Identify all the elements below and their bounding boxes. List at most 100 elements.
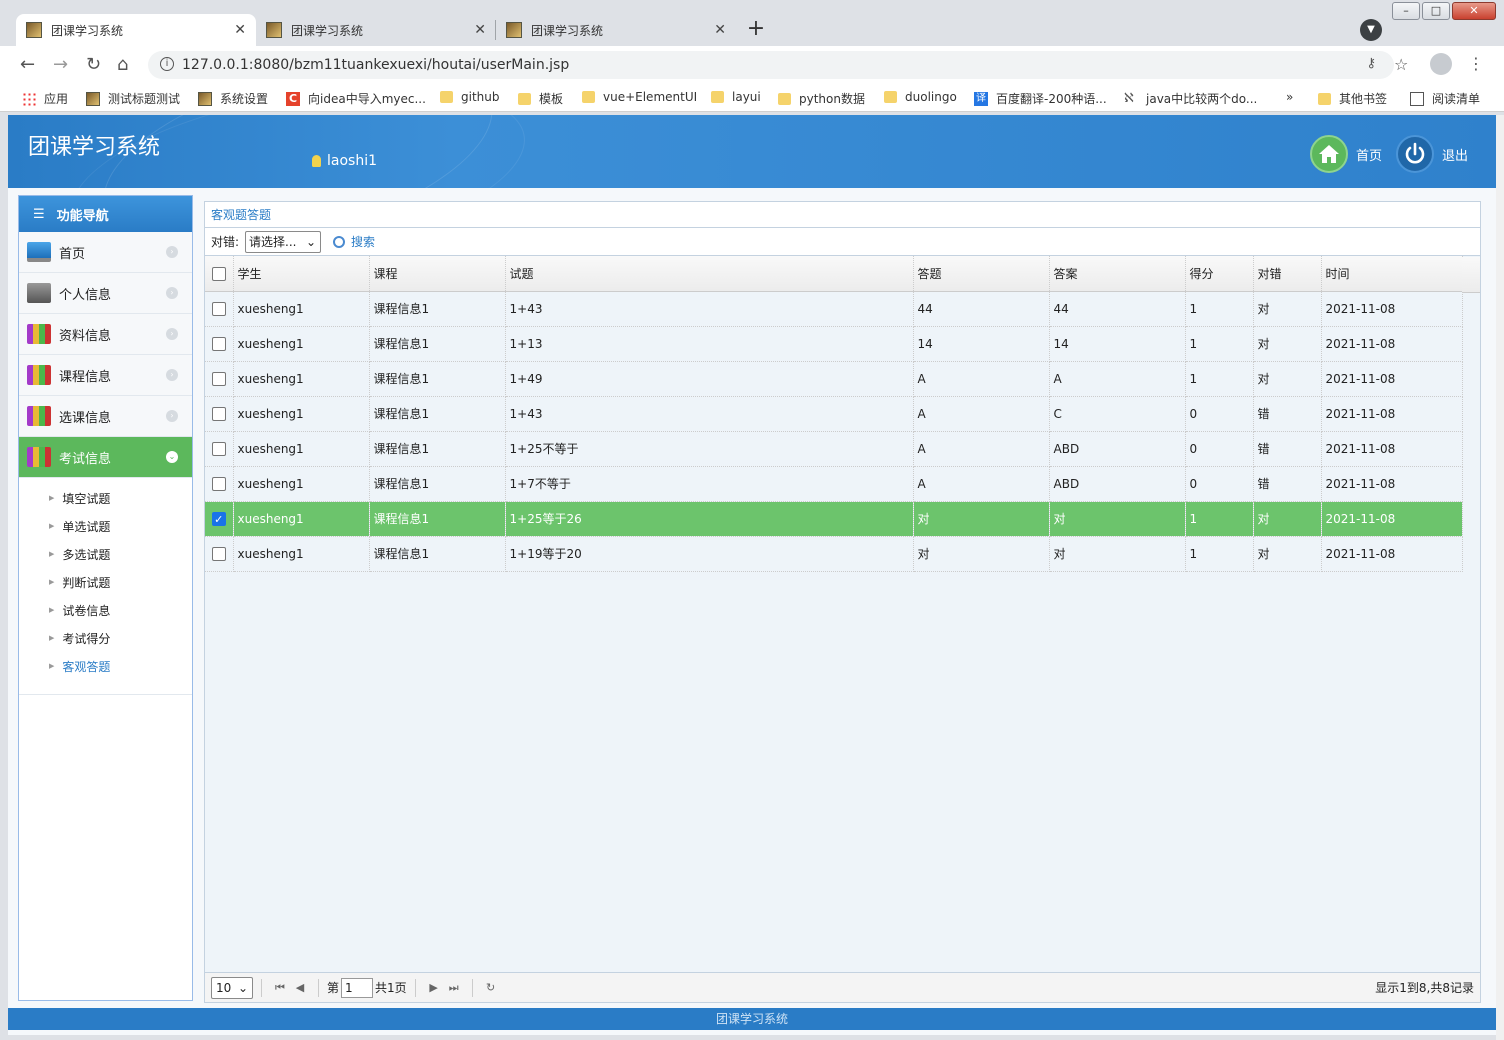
sidebar-item-profile[interactable]: 个人信息 › (19, 273, 192, 314)
row-checkbox-cell[interactable]: ✓ (205, 501, 234, 537)
submenu-item[interactable]: ▶ 判断试题 (19, 568, 192, 596)
close-tab-icon[interactable]: ✕ (474, 22, 486, 38)
row-checkbox-cell[interactable] (205, 536, 234, 572)
browser-menu-icon[interactable]: ⋮ (1468, 54, 1484, 73)
url-text[interactable]: 127.0.0.1:8080/bzm11tuankexuexi/houtai/u… (182, 57, 569, 73)
bookmark-item[interactable]: duolingo (884, 90, 957, 104)
reload-icon[interactable]: ↻ (86, 54, 101, 75)
row-checkbox[interactable] (211, 406, 226, 421)
sidebar-item-enrollment[interactable]: 选课信息 › (19, 396, 192, 437)
submenu-label: 填空试题 (62, 491, 111, 506)
correctness-select[interactable]: 请选择... ⌄ (245, 230, 322, 253)
submenu-item[interactable]: ▶ 填空试题 (19, 484, 192, 512)
column-header[interactable]: 时间 (1321, 256, 1463, 292)
triangle-right-icon: ▶ (49, 606, 55, 614)
select-all-checkbox-cell[interactable] (205, 256, 234, 292)
row-checkbox[interactable]: ✓ (211, 511, 226, 526)
next-page-icon[interactable]: ▶ (424, 981, 444, 994)
table-row[interactable]: xuesheng1 课程信息1 1+7不等于 A ABD 0 错 2021-11-08 (205, 466, 1463, 502)
bookmark-item[interactable]: ℵ java中比较两个do... (1124, 90, 1257, 107)
table-row[interactable]: xuesheng1 课程信息1 1+25不等于 A ABD 0 错 2021-11-08 (205, 431, 1463, 467)
row-checkbox-cell[interactable] (205, 396, 234, 432)
new-tab-button[interactable]: + (742, 16, 770, 44)
sidebar-item-courses[interactable]: 课程信息 › (19, 355, 192, 396)
table-row[interactable]: ✓ xuesheng1 课程信息1 1+25等于26 对对 1 对 2021-11-08 (205, 501, 1463, 537)
column-header[interactable]: 答案 (1049, 256, 1186, 292)
address-bar[interactable]: i 127.0.0.1:8080/bzm11tuankexuexi/houtai… (148, 51, 1394, 79)
maximize-button[interactable]: □ (1422, 2, 1450, 20)
bookmark-item[interactable]: 译百度翻译-200种语... (974, 90, 1107, 107)
row-checkbox-cell[interactable] (205, 291, 234, 327)
submenu-item[interactable]: ▶ 多选试题 (19, 540, 192, 568)
prev-page-icon[interactable]: ◀ (290, 981, 310, 994)
forward-icon[interactable]: → (53, 54, 68, 75)
row-checkbox[interactable] (211, 371, 226, 386)
column-header[interactable]: 对错 (1253, 256, 1322, 292)
submenu-item[interactable]: ▶ 考试得分 (19, 624, 192, 652)
column-header[interactable]: 学生 (233, 256, 370, 292)
submenu-item-current[interactable]: ▶ 客观答题 (19, 652, 192, 680)
last-page-icon[interactable]: ⏭ (444, 981, 464, 995)
page-number-input[interactable]: 1 (341, 977, 374, 998)
column-header[interactable]: 得分 (1185, 256, 1254, 292)
first-page-icon[interactable]: ⏮ (270, 981, 290, 995)
refresh-icon[interactable]: ↻ (481, 981, 501, 994)
minimize-button[interactable]: – (1392, 2, 1420, 20)
tab-search-icon[interactable]: ▼ (1360, 19, 1382, 41)
reading-list[interactable]: 阅读清单 (1410, 90, 1480, 107)
close-tab-icon[interactable]: ✕ (714, 22, 726, 38)
bookmark-item[interactable]: 系统设置 (198, 90, 268, 107)
page-size-select[interactable]: 10 ⌄ (211, 976, 253, 999)
back-icon[interactable]: ← (20, 54, 35, 75)
row-checkbox-cell[interactable] (205, 431, 234, 467)
bookmark-item[interactable]: vue+ElementUI (582, 90, 697, 104)
bookmark-item[interactable]: 应用 (22, 90, 68, 107)
sidebar-item-label: 首页 (59, 246, 86, 262)
sidebar-item-home[interactable]: 首页 › (19, 232, 192, 273)
sidebar-item-exams[interactable]: 考试信息 ⌄ (19, 437, 192, 478)
submenu-item[interactable]: ▶ 试卷信息 (19, 596, 192, 624)
close-window-button[interactable]: ✕ (1452, 2, 1496, 20)
table-cell: 课程信息1 (369, 501, 506, 537)
close-tab-icon[interactable]: ✕ (234, 22, 246, 38)
search-button[interactable]: 搜索 (333, 233, 375, 250)
bookmarks-overflow-button[interactable]: » (1286, 90, 1293, 104)
bookmark-item[interactable]: github (440, 90, 499, 104)
table-row[interactable]: xuesheng1 课程信息1 1+19等于20 对对 1 对 2021-11-08 (205, 536, 1463, 572)
bookmark-item[interactable]: 模板 (518, 90, 563, 107)
table-row[interactable]: xuesheng1 课程信息1 1+43 A C 0 错 2021-11-08 (205, 396, 1463, 432)
row-checkbox-cell[interactable] (205, 361, 234, 397)
column-header[interactable]: 答题 (913, 256, 1050, 292)
table-row[interactable]: xuesheng1 课程信息1 1+43 44 44 1 对 2021-11-08 (205, 291, 1463, 327)
page-scrollbar[interactable] (1496, 115, 1504, 1040)
browser-tab[interactable]: 团课学习系统 ✕ (496, 14, 736, 46)
bookmark-item[interactable]: 测试标题测试 (86, 90, 180, 107)
bookmark-item[interactable]: python数据 (778, 90, 865, 107)
row-checkbox-cell[interactable] (205, 326, 234, 362)
row-checkbox[interactable] (211, 336, 226, 351)
column-header[interactable]: 课程 (369, 256, 506, 292)
row-checkbox[interactable] (211, 301, 226, 316)
row-checkbox[interactable] (211, 546, 226, 561)
row-checkbox-cell[interactable] (205, 466, 234, 502)
row-checkbox[interactable] (211, 476, 226, 491)
profile-avatar[interactable] (1430, 53, 1452, 75)
browser-tab[interactable]: 团课学习系统 ✕ (16, 14, 256, 46)
row-checkbox[interactable] (211, 441, 226, 456)
bookmark-star-icon[interactable]: ☆ (1394, 55, 1408, 74)
home-icon[interactable]: ⌂ (117, 54, 128, 75)
other-bookmarks[interactable]: 其他书签 (1318, 90, 1387, 107)
sidebar-item-materials[interactable]: 资料信息 › (19, 314, 192, 355)
table-row[interactable]: xuesheng1 课程信息1 1+49 A A 1 对 2021-11-08 (205, 361, 1463, 397)
select-all-checkbox[interactable] (211, 266, 226, 281)
table-row[interactable]: xuesheng1 课程信息1 1+13 14 14 1 对 2021-11-08 (205, 326, 1463, 362)
submenu-item[interactable]: ▶ 单选试题 (19, 512, 192, 540)
home-button[interactable]: 首页 (1310, 135, 1382, 173)
column-header[interactable]: 试题 (505, 256, 914, 292)
key-icon[interactable]: ⚷ (1366, 56, 1376, 71)
site-info-icon[interactable]: i (160, 57, 174, 71)
browser-tab[interactable]: 团课学习系统 ✕ (256, 14, 496, 46)
logout-button[interactable]: 退出 (1396, 135, 1468, 173)
bookmark-item[interactable]: layui (711, 90, 761, 104)
bookmark-item[interactable]: C 向idea中导入myec... (286, 90, 426, 107)
